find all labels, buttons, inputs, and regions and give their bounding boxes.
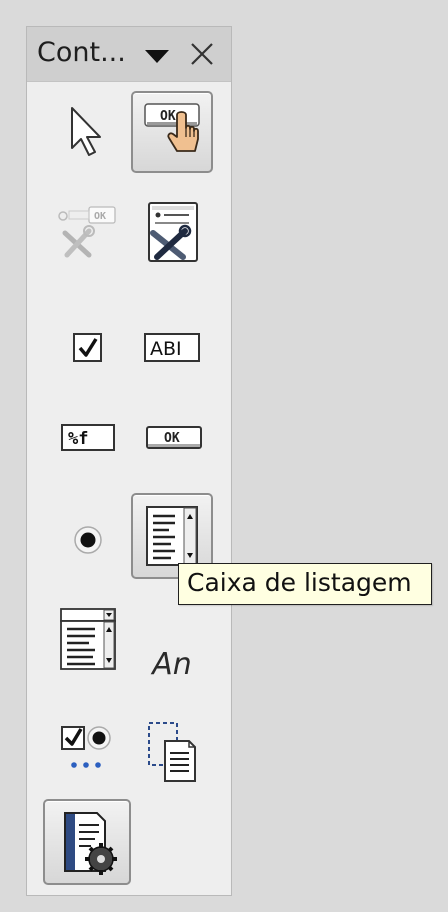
formatted-field-icon: %f — [61, 424, 115, 451]
control-properties-icon: OK — [58, 206, 116, 258]
checkbox-tool[interactable] — [47, 307, 129, 389]
formatted-field-sample: %f — [68, 429, 88, 449]
select-tool[interactable] — [47, 91, 129, 173]
wizards-on-off-button[interactable] — [43, 799, 131, 885]
control-properties-tool[interactable]: OK — [47, 191, 129, 273]
close-icon[interactable] — [189, 41, 215, 67]
text-box-icon: ABI — [144, 333, 200, 362]
label-field-tool[interactable]: An — [131, 623, 213, 705]
form-design-tool[interactable] — [131, 709, 213, 791]
text-box-tool[interactable]: ABI — [131, 307, 213, 389]
svg-text:OK: OK — [160, 109, 176, 124]
label-field-sample: An — [152, 646, 192, 682]
svg-text:OK: OK — [94, 211, 106, 222]
pointer-arrow-icon — [71, 107, 101, 156]
push-button-tool[interactable]: OK — [131, 397, 213, 479]
dropdown-arrow-icon[interactable] — [144, 49, 170, 65]
option-button-tool[interactable] — [47, 495, 129, 577]
tooltip: Caixa de listagem — [178, 563, 432, 605]
text-box-sample: ABI — [150, 338, 182, 360]
push-button-sample: OK — [164, 431, 180, 446]
radio-button-icon — [74, 526, 102, 554]
push-button-icon: OK — [146, 426, 202, 449]
wizard-document-gear-icon — [64, 812, 117, 875]
ok-button-hand-icon: OK — [144, 103, 200, 152]
form-properties-tool[interactable] — [131, 191, 213, 273]
controls-toolbar-panel: Cont... OK OK ABI %f OK An — [26, 26, 232, 896]
panel-title: Cont... — [37, 37, 126, 68]
formatted-field-tool[interactable]: %f — [47, 397, 129, 479]
panel-title-bar: Cont... — [27, 27, 231, 82]
design-mode-button[interactable]: OK — [131, 91, 213, 173]
more-controls-tool[interactable] — [47, 709, 129, 791]
checkbox-icon — [73, 333, 102, 362]
combo-box-icon — [60, 608, 116, 670]
form-design-icon — [148, 722, 196, 782]
form-properties-icon — [148, 202, 198, 262]
more-controls-icon — [61, 726, 111, 768]
combo-box-tool[interactable] — [47, 599, 129, 681]
